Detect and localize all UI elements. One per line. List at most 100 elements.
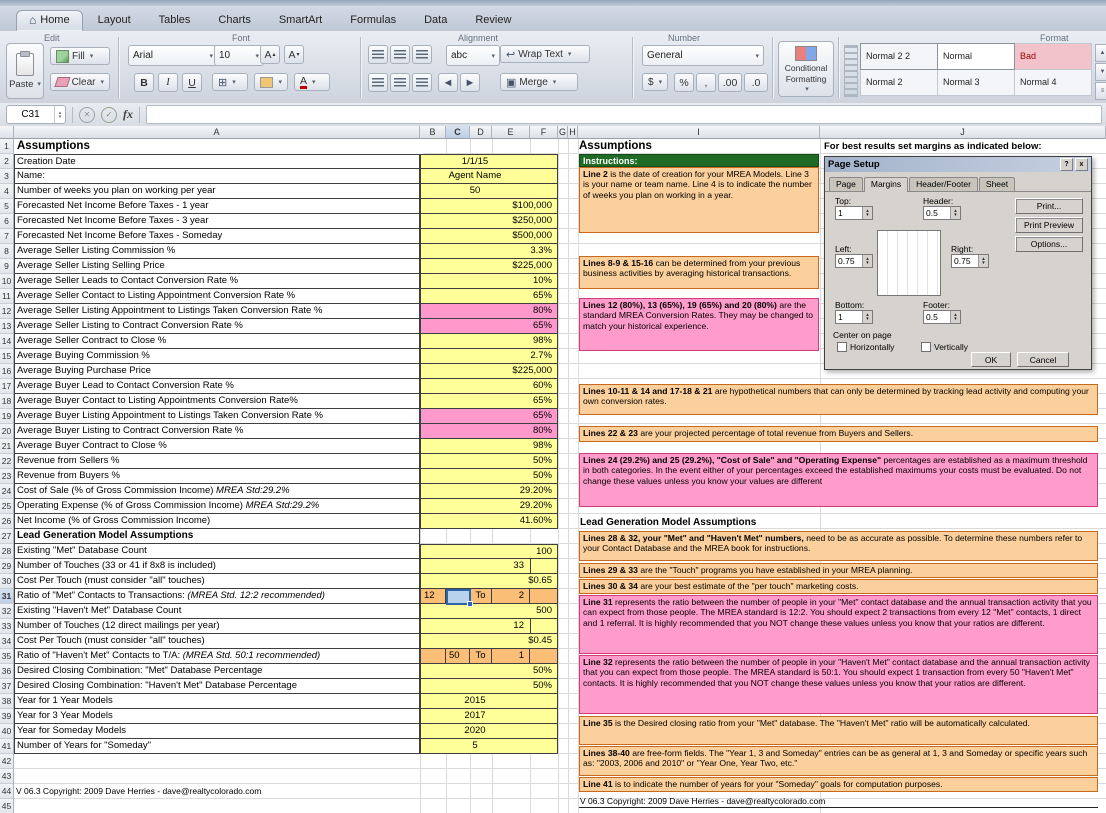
- row-label[interactable]: Net Income (% of Gross Commission Income…: [14, 514, 420, 529]
- row-header-31[interactable]: 31: [0, 589, 14, 604]
- row-label[interactable]: Average Seller Leads to Contact Conversi…: [14, 274, 420, 289]
- header-margin-input[interactable]: 0.5▲▼: [923, 206, 961, 220]
- cell-value[interactable]: 12: [420, 619, 558, 634]
- tab-review[interactable]: Review: [462, 10, 524, 31]
- cell-value[interactable]: 80%: [420, 424, 558, 439]
- row-header-25[interactable]: 25: [0, 499, 14, 514]
- cancel-button[interactable]: Cancel: [1017, 352, 1069, 367]
- cell-value[interactable]: 33: [420, 559, 558, 574]
- gallery-scroll-up[interactable]: ▲: [1095, 44, 1106, 62]
- cell-reference-stepper[interactable]: ▴▾: [54, 106, 65, 123]
- cell-value[interactable]: $100,000: [420, 199, 558, 214]
- row-label[interactable]: Average Seller Listing Appointment to Li…: [14, 304, 420, 319]
- tab-smartart[interactable]: SmartArt: [266, 10, 335, 31]
- style-bad[interactable]: Bad: [1014, 43, 1092, 70]
- cell-value[interactable]: [530, 589, 558, 604]
- selection-handle[interactable]: [467, 601, 473, 607]
- row-header-43[interactable]: 43: [0, 769, 14, 784]
- row-header-1[interactable]: 1: [0, 139, 14, 154]
- cell-value[interactable]: 1/1/15: [420, 154, 558, 169]
- row-header-26[interactable]: 26: [0, 514, 14, 529]
- row-header-45[interactable]: 45: [0, 799, 14, 813]
- row-header-30[interactable]: 30: [0, 574, 14, 589]
- dialog-help-button[interactable]: ?: [1060, 158, 1073, 171]
- increase-indent-button[interactable]: ►: [460, 73, 480, 92]
- row-label[interactable]: Ratio of "Met" Contacts to Transactions:…: [14, 589, 420, 604]
- borders-button[interactable]: ⊞▾: [212, 73, 248, 91]
- row-label[interactable]: Average Buyer Listing to Contract Conver…: [14, 424, 420, 439]
- cell-value[interactable]: To: [470, 649, 492, 664]
- row-header-27[interactable]: 27: [0, 529, 14, 544]
- enter-icon[interactable]: ✓: [101, 107, 117, 123]
- column-header-g[interactable]: G: [558, 126, 568, 139]
- spinner-arrows[interactable]: ▲▼: [862, 207, 872, 219]
- align-center-button[interactable]: [390, 73, 410, 92]
- font-name-select[interactable]: Arial▾: [128, 45, 218, 66]
- row-label[interactable]: Cost of Sale (% of Gross Commission Inco…: [14, 484, 420, 499]
- row-label[interactable]: Ratio of "Haven't Met" Contacts to T/A: …: [14, 649, 420, 664]
- tab-page[interactable]: Page: [829, 177, 863, 191]
- spinner-arrows[interactable]: ▲▼: [862, 255, 872, 267]
- row-header-16[interactable]: 16: [0, 364, 14, 379]
- percent-format-button[interactable]: %: [674, 73, 694, 92]
- row-header-19[interactable]: 19: [0, 409, 14, 424]
- row-label[interactable]: Average Buyer Contact to Listing Appoint…: [14, 394, 420, 409]
- right-margin-input[interactable]: 0.75▲▼: [951, 254, 989, 268]
- number-format-select[interactable]: General▾: [642, 45, 764, 66]
- underline-button[interactable]: U: [182, 73, 202, 92]
- cell-value[interactable]: 65%: [420, 409, 558, 424]
- cell-value[interactable]: 60%: [420, 379, 558, 394]
- cell-value[interactable]: 2015: [420, 694, 558, 709]
- cell-value[interactable]: 50%: [420, 469, 558, 484]
- align-middle-button[interactable]: [390, 45, 410, 64]
- cell-value[interactable]: $225,000: [420, 364, 558, 379]
- cell-value[interactable]: 41.60%: [420, 514, 558, 529]
- column-header-b[interactable]: B: [420, 126, 446, 139]
- cell-value[interactable]: 50%: [420, 679, 558, 694]
- cell-value[interactable]: 29.20%: [420, 499, 558, 514]
- font-color-button[interactable]: A▾: [294, 73, 330, 91]
- row-label[interactable]: Desired Closing Combination: "Met" Datab…: [14, 664, 420, 679]
- row-label[interactable]: Forecasted Net Income Before Taxes - 1 y…: [14, 199, 420, 214]
- row-label[interactable]: Average Buyer Listing Appointment to Lis…: [14, 409, 420, 424]
- cell-value[interactable]: 50%: [420, 664, 558, 679]
- font-size-select[interactable]: 10▾: [214, 45, 264, 66]
- row-label[interactable]: Average Buyer Lead to Contact Conversion…: [14, 379, 420, 394]
- accounting-format-button[interactable]: $▾: [642, 73, 668, 91]
- column-header-d[interactable]: D: [470, 126, 492, 139]
- row-header-28[interactable]: 28: [0, 544, 14, 559]
- gallery-expand[interactable]: ≡: [1095, 82, 1106, 100]
- increase-font-button[interactable]: A▴: [260, 45, 280, 64]
- fill-button[interactable]: Fill▾: [50, 47, 110, 65]
- row-label[interactable]: Desired Closing Combination: "Haven't Me…: [14, 679, 420, 694]
- cell-value[interactable]: 65%: [420, 289, 558, 304]
- options-button[interactable]: Options...: [1015, 236, 1083, 252]
- align-bottom-button[interactable]: [412, 45, 432, 64]
- paste-button[interactable]: Paste▾: [6, 43, 44, 99]
- row-label[interactable]: Revenue from Buyers %: [14, 469, 420, 484]
- style-normal-2[interactable]: Normal 2: [860, 69, 938, 96]
- row-header-37[interactable]: 37: [0, 679, 14, 694]
- row-header-21[interactable]: 21: [0, 439, 14, 454]
- cell-value[interactable]: 50%: [420, 454, 558, 469]
- row-header-15[interactable]: 15: [0, 349, 14, 364]
- row-label[interactable]: Number of Touches (12 direct mailings pe…: [14, 619, 420, 634]
- cell-value[interactable]: $225,000: [420, 259, 558, 274]
- row-header-11[interactable]: 11: [0, 289, 14, 304]
- column-header-j[interactable]: J: [820, 126, 1106, 139]
- row-label[interactable]: Name:: [14, 169, 420, 184]
- spinner-arrows[interactable]: ▲▼: [950, 311, 960, 323]
- cell-value[interactable]: 2: [492, 589, 530, 604]
- cell-value[interactable]: 50: [446, 649, 470, 664]
- row-header-39[interactable]: 39: [0, 709, 14, 724]
- cell-value[interactable]: 3.3%: [420, 244, 558, 259]
- row-header-2[interactable]: 2: [0, 154, 14, 169]
- cell-value[interactable]: 29.20%: [420, 484, 558, 499]
- print-button[interactable]: Print...: [1015, 198, 1083, 214]
- conditional-formatting-button[interactable]: ConditionalFormatting ▾: [778, 41, 834, 97]
- cell-value[interactable]: 65%: [420, 394, 558, 409]
- row-header-6[interactable]: 6: [0, 214, 14, 229]
- row-label[interactable]: Average Seller Listing Selling Price: [14, 259, 420, 274]
- row-header-29[interactable]: 29: [0, 559, 14, 574]
- row-header-33[interactable]: 33: [0, 619, 14, 634]
